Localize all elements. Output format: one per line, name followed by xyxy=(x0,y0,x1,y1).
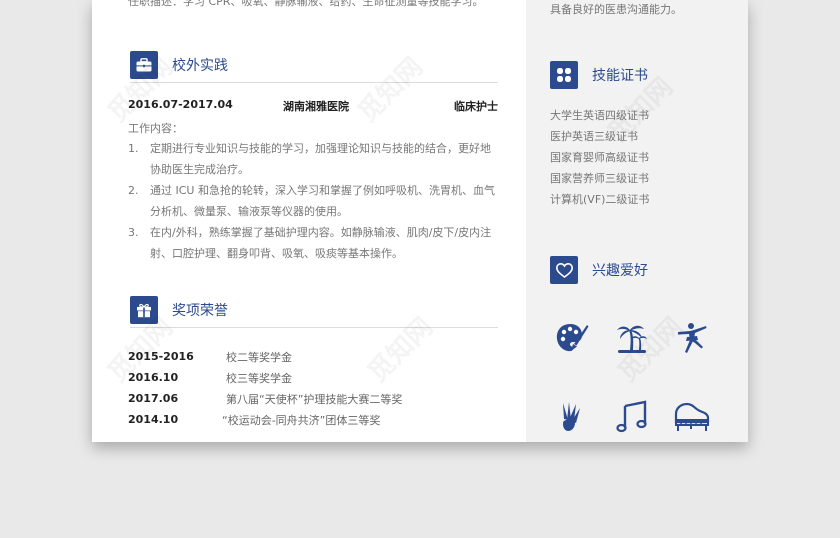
work-content-label: 工作内容： xyxy=(128,122,183,135)
award-name: 第八届“天使杯”护理技能大赛二等奖 xyxy=(226,392,403,406)
gift-icon xyxy=(130,296,158,324)
duty-item: 3. 在内/外科，熟练掌握了基础护理内容。如静脉输液、肌肉/皮下/皮内注射、口腔… xyxy=(128,222,498,264)
award-item: 2014.10 “校运动会-同舟共济”团体三等奖 xyxy=(128,409,508,430)
award-item: 2015-2016 校二等奖学金 xyxy=(128,346,508,367)
duty-number: 2. xyxy=(128,184,139,197)
practice-section-header: 校外实践 xyxy=(130,51,228,79)
award-list: 2015-2016 校二等奖学金 2016.10 校三等奖学金 2017.06 … xyxy=(128,346,508,430)
award-date: 2016.10 xyxy=(128,371,179,384)
duty-item: 1. 定期进行专业知识与技能的学习，加强理论知识与技能的结合，更好地协助医生完成… xyxy=(128,138,498,180)
piano-icon xyxy=(672,396,712,436)
badminton-icon xyxy=(552,396,592,436)
music-note-icon xyxy=(612,396,652,436)
hobby-icons xyxy=(552,318,712,474)
duty-number: 1. xyxy=(128,142,139,155)
resume-sheet: 任职描述：学习 CPR、吸氧、静脉输液、给药、生命征测量等技能学习。 具备良好的… xyxy=(92,0,748,442)
award-date: 2015-2016 xyxy=(128,350,194,363)
heart-icon xyxy=(550,256,578,284)
painting-palette-icon xyxy=(552,318,592,358)
job-date-range: 2016.07-2017.04 xyxy=(128,98,233,111)
briefcase-icon xyxy=(130,51,158,79)
grid-icon xyxy=(550,61,578,89)
certificates-section-header: 技能证书 xyxy=(550,61,648,89)
award-name: 校三等奖学金 xyxy=(226,371,292,385)
certificate-item: 国家育婴师高级证书 xyxy=(550,151,649,164)
job-row: 2016.07-2017.04 湖南湘雅医院 临床护士 xyxy=(128,98,498,114)
award-date: 2014.10 xyxy=(128,413,179,426)
practice-divider xyxy=(130,82,498,83)
duty-text: 通过 ICU 和急抢的轮转，深入学习和掌握了例如呼吸机、洗胃机、血气分析机、微量… xyxy=(150,184,495,218)
duty-item: 2. 通过 ICU 和急抢的轮转，深入学习和掌握了例如呼吸机、洗胃机、血气分析机… xyxy=(128,180,498,222)
awards-divider xyxy=(130,327,498,328)
award-name: “校运动会-同舟共济”团体三等奖 xyxy=(222,413,381,427)
awards-section-header: 奖项荣誉 xyxy=(130,296,228,324)
hobbies-section-title: 兴趣爱好 xyxy=(592,263,648,279)
awards-section-title: 奖项荣誉 xyxy=(172,303,228,319)
top-cut-text-left: 任职描述：学习 CPR、吸氧、静脉输液、给药、生命征测量等技能学习。 xyxy=(128,0,484,8)
top-cut-text-right: 具备良好的医患沟通能力。 xyxy=(550,3,682,16)
certificate-item: 计算机(VF)二级证书 xyxy=(550,193,650,206)
palm-tree-icon xyxy=(612,318,652,358)
award-date: 2017.06 xyxy=(128,392,179,405)
duty-text: 定期进行专业知识与技能的学习，加强理论知识与技能的结合，更好地协助医生完成治疗。 xyxy=(150,142,491,176)
job-role: 临床护士 xyxy=(454,100,498,113)
award-item: 2016.10 校三等奖学金 xyxy=(128,367,508,388)
certificate-item: 国家营养师三级证书 xyxy=(550,172,649,185)
hobbies-section-header: 兴趣爱好 xyxy=(550,256,648,284)
dancer-icon xyxy=(672,318,712,358)
certificate-list: 大学生英语四级证书 医护英语三级证书 国家育婴师高级证书 国家营养师三级证书 计… xyxy=(550,105,649,210)
practice-section-title: 校外实践 xyxy=(172,58,228,74)
certificates-section-title: 技能证书 xyxy=(592,68,648,84)
certificate-item: 医护英语三级证书 xyxy=(550,130,638,143)
job-organization: 湖南湘雅医院 xyxy=(283,100,349,113)
duty-number: 3. xyxy=(128,226,139,239)
award-name: 校二等奖学金 xyxy=(226,350,292,364)
certificate-item: 大学生英语四级证书 xyxy=(550,109,649,122)
duty-list: 1. 定期进行专业知识与技能的学习，加强理论知识与技能的结合，更好地协助医生完成… xyxy=(128,138,498,264)
award-item: 2017.06 第八届“天使杯”护理技能大赛二等奖 xyxy=(128,388,508,409)
duty-text: 在内/外科，熟练掌握了基础护理内容。如静脉输液、肌肉/皮下/皮内注射、口腔护理、… xyxy=(150,226,492,260)
